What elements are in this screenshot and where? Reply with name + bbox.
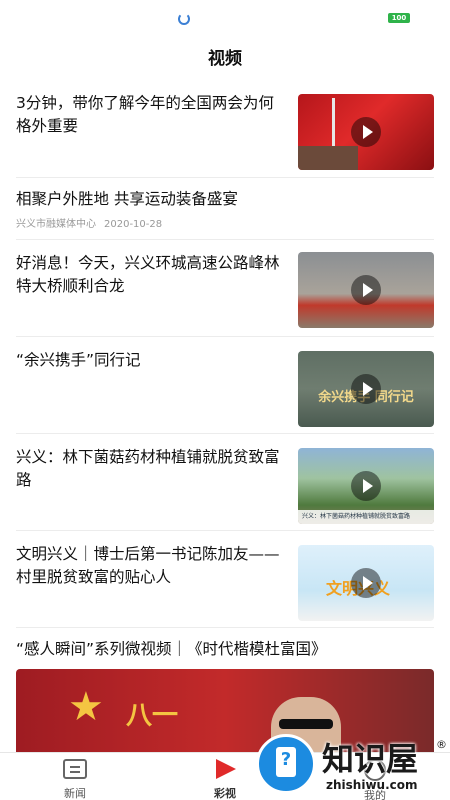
list-item[interactable]: 好消息！今天，兴义环城高速公路峰林特大桥顺利合龙 (16, 240, 434, 337)
loading-icon (178, 13, 190, 25)
battery-icon: 100 (388, 13, 410, 23)
featured-headline[interactable]: “感人瞬间”系列微视频｜《时代楷模杜富国》 (16, 638, 434, 661)
item-headline: 文明兴义｜博士后第一书记陈加友——村里脱贫致富的贴心人 (16, 545, 280, 586)
play-icon[interactable] (351, 471, 381, 501)
item-headline: “余兴携手”同行记 (16, 351, 141, 369)
video-play-icon (213, 759, 237, 779)
list-item[interactable]: 3分钟，带你了解今年的全国两会为何格外重要 (16, 78, 434, 178)
building-graphic (298, 146, 358, 170)
item-headline: 3分钟，带你了解今年的全国两会为何格外重要 (16, 94, 274, 135)
play-icon[interactable] (351, 568, 381, 598)
tab-label: 新闻 (64, 787, 86, 800)
play-icon[interactable] (351, 374, 381, 404)
list-item[interactable]: 文明兴义｜博士后第一书记陈加友——村里脱贫致富的贴心人 文明兴义 (16, 531, 434, 628)
video-thumbnail[interactable] (298, 252, 434, 328)
item-date: 2020-10-28 (104, 219, 163, 230)
item-source: 兴义市融媒体中心 (16, 219, 96, 230)
item-headline: 兴义：林下菌菇药材种植铺就脱贫致富路 (16, 448, 280, 489)
watermark-url: zhishiwu.com (326, 778, 418, 792)
video-thumbnail[interactable]: 文明兴义 (298, 545, 434, 621)
list-item[interactable]: 相聚户外胜地 共享运动装备盛宴 兴义市融媒体中心 2020-10-28 (16, 178, 434, 240)
item-meta: 兴义市融媒体中心 2020-10-28 (16, 215, 434, 230)
item-headline: 好消息！今天，兴义环城高速公路峰林特大桥顺利合龙 (16, 254, 280, 295)
thumbnail-caption: 兴义：林下菌菇药材种植铺就脱贫致富路 (298, 510, 434, 524)
star-icon: ★ (68, 684, 104, 730)
video-caption: 八一 (126, 701, 179, 731)
video-thumbnail[interactable]: 余兴携手 同行记 (298, 351, 434, 427)
tab-news[interactable]: 新闻 (35, 759, 115, 800)
watermark: ? 知识屋 ® zhishiwu.com (250, 732, 450, 800)
play-icon[interactable] (351, 275, 381, 305)
registered-mark: ® (436, 738, 447, 751)
video-feed: 3分钟，带你了解今年的全国两会为何格外重要 相聚户外胜地 共享运动装备盛宴 兴义… (16, 78, 434, 759)
video-thumbnail[interactable] (298, 94, 434, 170)
watermark-text: 知识屋 (322, 740, 419, 778)
status-bar: 100 (0, 0, 450, 36)
sunglasses-graphic (279, 719, 333, 729)
play-icon[interactable] (351, 117, 381, 147)
item-headline: 相聚户外胜地 共享运动装备盛宴 (16, 190, 238, 208)
watermark-logo-icon: ? (256, 734, 316, 794)
list-item[interactable]: 兴义：林下菌菇药材种植铺就脱贫致富路 兴义：林下菌菇药材种植铺就脱贫致富路 (16, 434, 434, 531)
video-thumbnail[interactable]: 兴义：林下菌菇药材种植铺就脱贫致富路 (298, 448, 434, 524)
list-item[interactable]: “余兴携手”同行记 余兴携手 同行记 (16, 337, 434, 434)
page-title: 视频 (208, 49, 242, 69)
news-icon (63, 759, 87, 779)
